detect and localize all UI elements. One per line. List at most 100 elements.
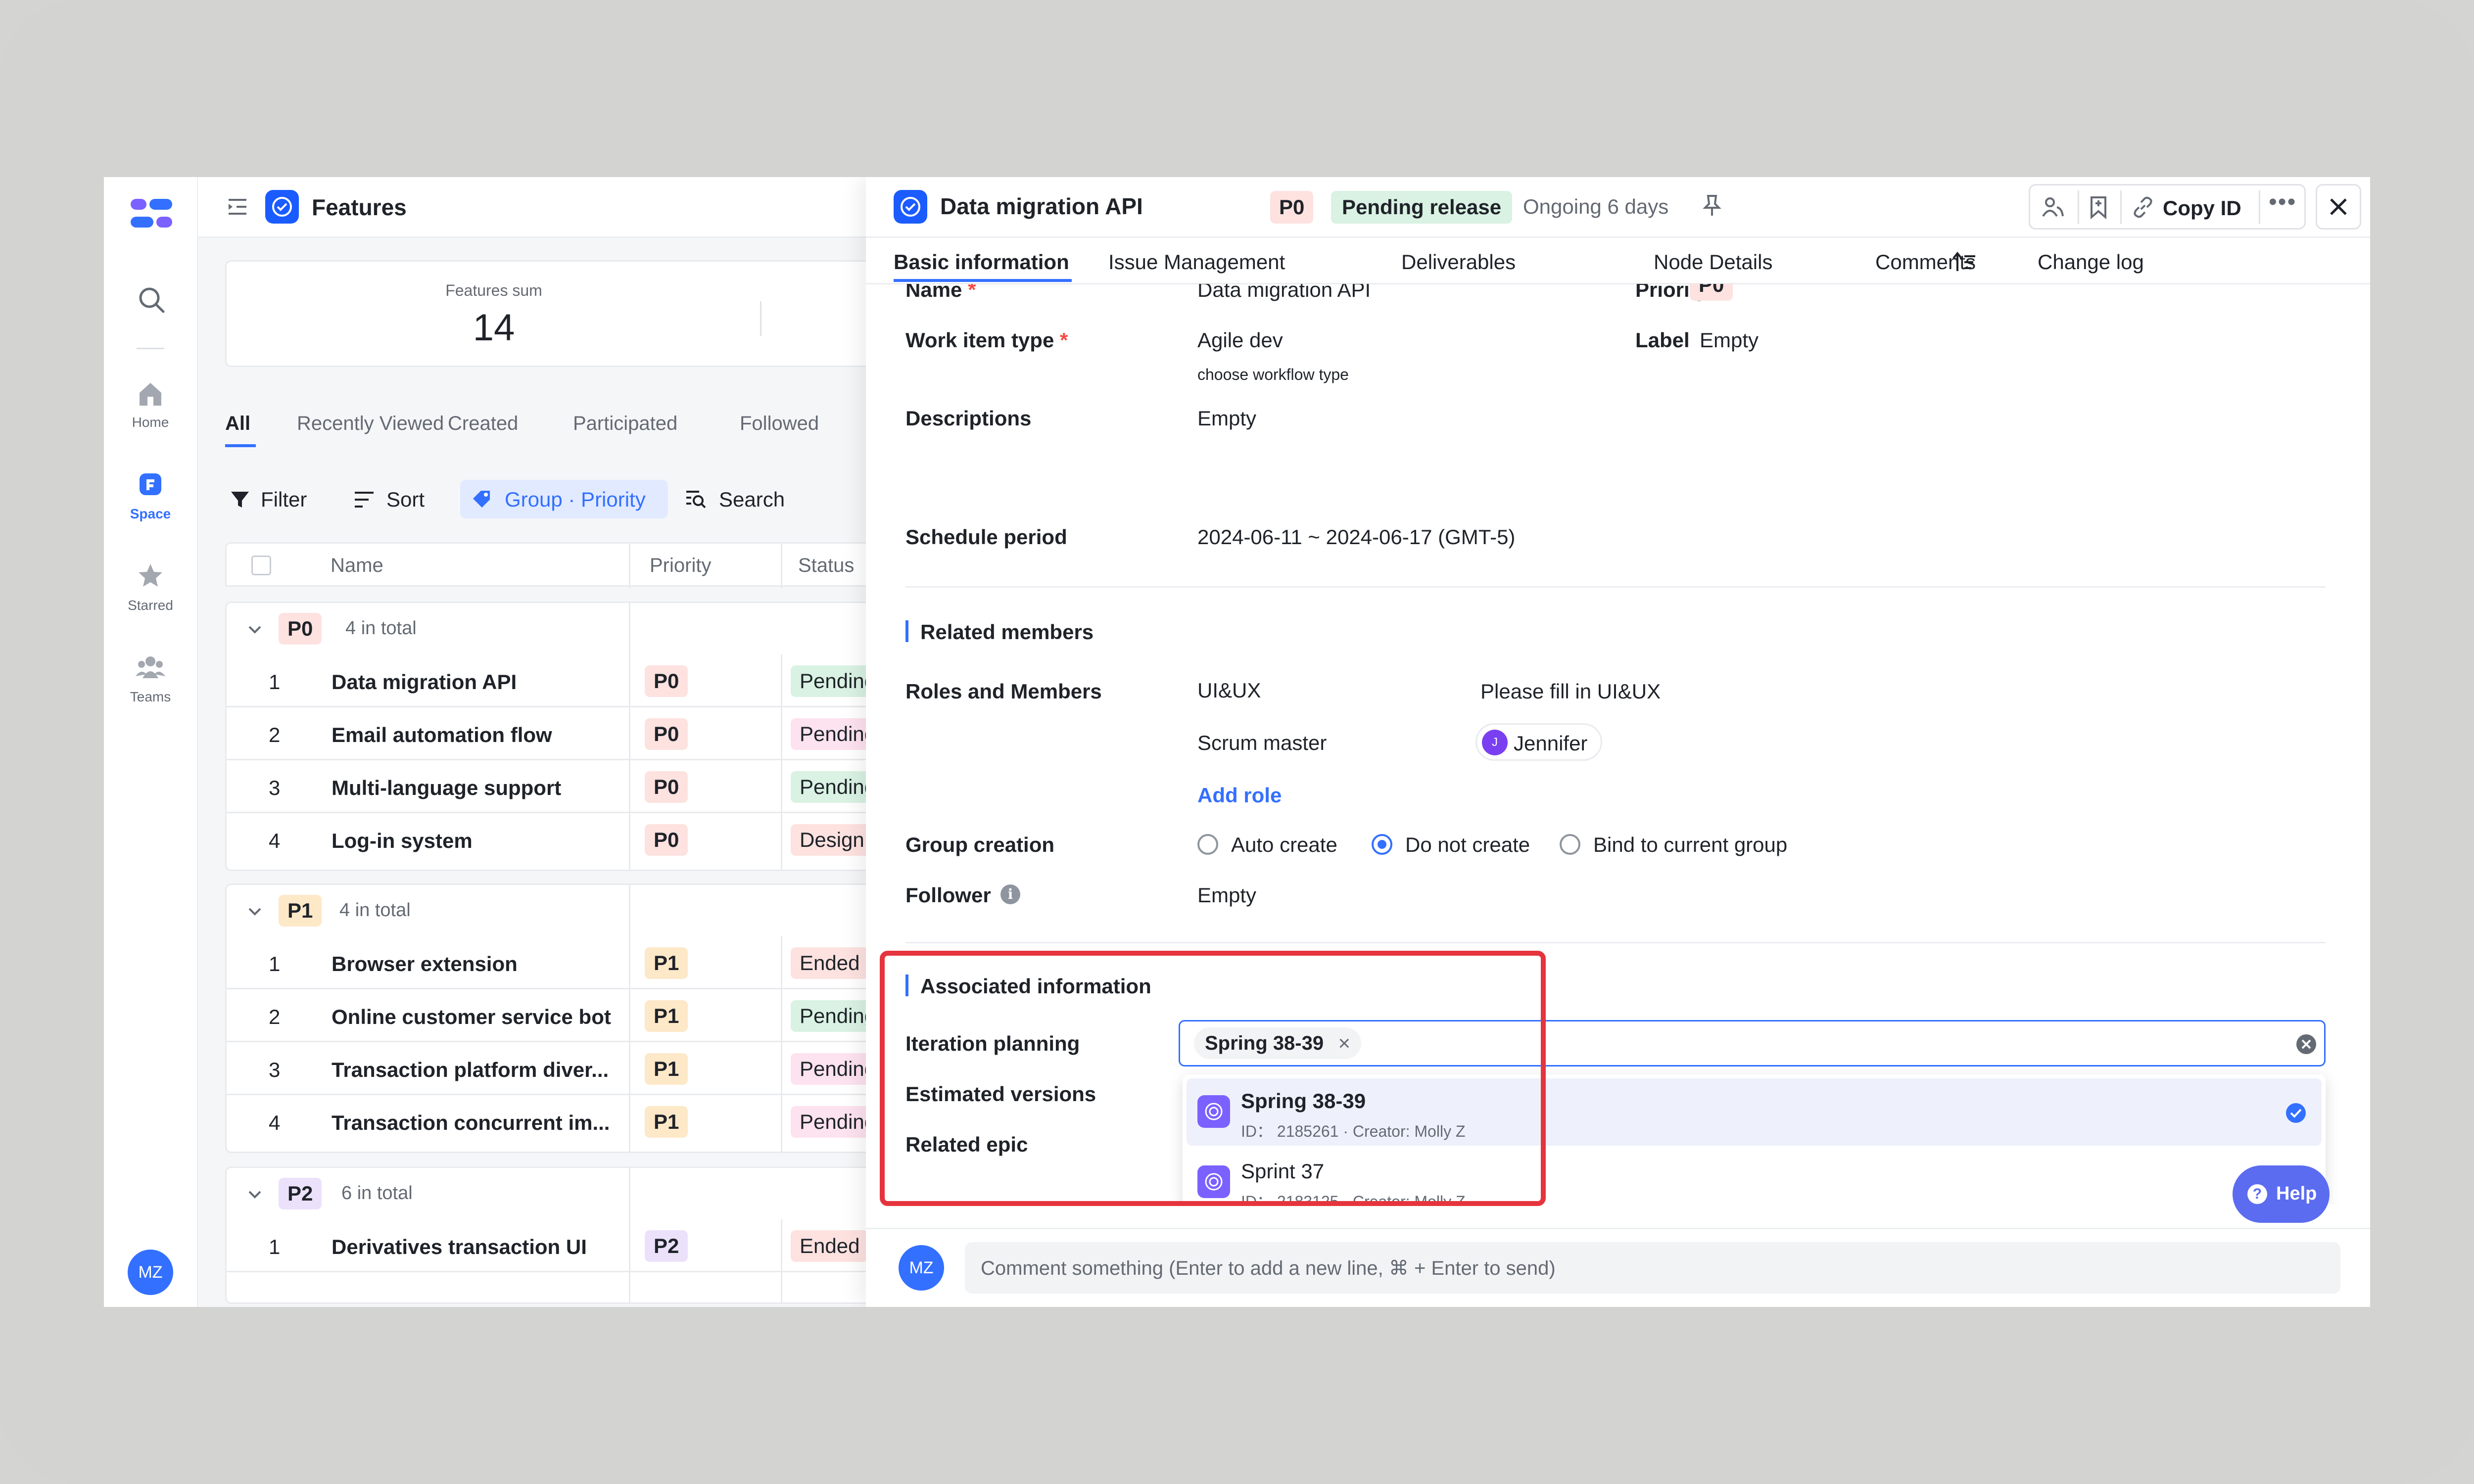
summary-divider (760, 301, 761, 336)
tab-node-details[interactable]: Node Details (1654, 250, 1772, 274)
group-header[interactable]: P1 4 in total (227, 885, 968, 938)
tab-deliverables[interactable]: Deliverables (1401, 250, 1516, 274)
table-row[interactable]: 1 Browser extension P1 Ended (227, 936, 968, 989)
item-title[interactable]: Data migration API (940, 193, 1143, 220)
add-role-link[interactable]: Add role (1197, 784, 1282, 807)
summary-card: Features sum 14 (225, 260, 901, 367)
row-name: Browser extension (332, 952, 518, 975)
column-divider (629, 885, 630, 936)
tab-issue-management[interactable]: Issue Management (1108, 250, 1285, 274)
row-number: 4 (269, 1111, 281, 1134)
tab-participated[interactable]: Participated (573, 413, 677, 435)
row-number: 2 (269, 723, 281, 746)
table-row[interactable]: 1 Derivatives transaction UI P2 Ended (227, 1219, 968, 1272)
table-row[interactable]: 2 Email automation flow P0 Pending (227, 707, 968, 760)
row-priority: P0 (645, 665, 688, 697)
more-icon[interactable]: ••• (2269, 188, 2296, 216)
table-row[interactable]: 1 Data migration API P0 Pending (227, 654, 968, 707)
role-uiux-input[interactable]: Please fill in UI&UX (1480, 680, 1661, 703)
group-header[interactable]: P2 6 in total (227, 1168, 968, 1221)
tab-all[interactable]: All (225, 413, 250, 435)
comment-input[interactable]: Comment something (Enter to add a new li… (965, 1242, 2340, 1294)
app-logo-icon (131, 199, 172, 228)
window-frame: Home Space Starred Teams MZ Features Fea… (0, 0, 2474, 1484)
sidebar-toggle-icon[interactable] (226, 195, 249, 219)
row-number: 1 (269, 952, 281, 975)
table-row[interactable]: 3 Multi-language support P0 Pending (227, 760, 968, 813)
tab-basic-information[interactable]: Basic information (894, 250, 1069, 274)
copy-id-button[interactable]: Copy ID (2129, 186, 2253, 228)
group-count: 6 in total (341, 1183, 413, 1204)
priority-badge[interactable]: P0 (1270, 191, 1314, 224)
clear-icon[interactable] (2295, 1033, 2317, 1055)
tab-recently-viewed[interactable]: Recently Viewed (297, 413, 444, 435)
divider (2259, 190, 2260, 224)
chevron-down-icon (248, 626, 261, 634)
follower-value[interactable]: Empty (1197, 883, 1256, 907)
table-row[interactable]: 4 Log-in system P0 Design (227, 813, 968, 865)
rail-item-teams[interactable]: Teams (104, 649, 197, 714)
active-tab-underline (225, 444, 256, 447)
row-priority: P1 (645, 947, 688, 979)
list-toolbar: Filter Sort Group · Priority Search (225, 480, 970, 519)
bookmark-icon[interactable] (2089, 195, 2108, 219)
member-chip[interactable]: J Jennifer (1475, 723, 1602, 761)
role-uiux: UI&UX (1197, 679, 1261, 702)
name-label-text: Name (905, 284, 962, 301)
row-name: Data migration API (332, 670, 517, 694)
rail-item-home[interactable]: Home (104, 375, 197, 439)
rail-item-starred[interactable]: Starred (104, 558, 197, 622)
search-icon[interactable] (137, 285, 166, 315)
help-button[interactable]: ? Help (2233, 1165, 2330, 1223)
group-by-button[interactable]: Group · Priority (460, 480, 668, 518)
help-icon: ? (2247, 1184, 2267, 1204)
features-table: Name Priority Status P0 4 in total 1 Dat… (225, 542, 970, 1304)
radio-do-not-create[interactable]: Do not create (1372, 831, 1540, 859)
row-name: Email automation flow (332, 723, 552, 746)
tab-change-log[interactable]: Change log (2038, 250, 2144, 274)
close-button[interactable] (2316, 184, 2361, 230)
radio-auto-create[interactable]: Auto create (1197, 831, 1351, 859)
table-row[interactable]: 2 Online customer service bot P1 Pending (227, 989, 968, 1042)
workflow-hint[interactable]: choose workflow type (1197, 366, 1349, 384)
column-divider (781, 936, 782, 1152)
user-avatar[interactable]: MZ (128, 1250, 173, 1295)
row-status: Design (791, 824, 873, 856)
tab-created[interactable]: Created (448, 413, 518, 435)
label-value[interactable]: Empty (1700, 328, 1759, 352)
radio-circle (1197, 834, 1218, 855)
work-item-type-value[interactable]: Agile dev (1197, 328, 1283, 352)
rail-item-space[interactable]: Space (104, 466, 197, 531)
group-p1: P1 4 in total 1 Browser extension P1 End… (225, 883, 970, 1153)
group-header[interactable]: P0 4 in total (227, 603, 968, 656)
group-badge: P1 (279, 895, 322, 927)
group-p2: P2 6 in total 1 Derivatives transaction … (225, 1166, 970, 1304)
schedule-value[interactable]: 2024-06-11 ~ 2024-06-17 (GMT-5) (1197, 525, 1515, 549)
row-name: Transaction concurrent im... (332, 1111, 610, 1134)
sort-order-icon[interactable] (1952, 251, 1976, 273)
select-all-checkbox[interactable] (251, 556, 271, 575)
features-list-pane: Features Features sum 14 All Recently Vi… (198, 177, 970, 1307)
name-value[interactable]: Data migration API (1197, 284, 1371, 302)
radio-label: Auto create (1231, 833, 1337, 856)
info-icon[interactable]: i (1000, 884, 1020, 904)
tab-followed[interactable]: Followed (740, 413, 819, 435)
pin-icon[interactable] (1702, 194, 1722, 218)
column-divider (629, 603, 630, 654)
rail-label: Home (132, 415, 169, 430)
column-divider (781, 654, 782, 870)
priority-value[interactable]: P0 (1690, 284, 1733, 301)
summary-label: Features sum (445, 281, 542, 299)
radio-bind-current-group[interactable]: Bind to current group (1560, 831, 1817, 859)
status-badge[interactable]: Pending release (1331, 191, 1513, 224)
divider (2120, 190, 2122, 224)
table-row[interactable]: 4 Transaction concurrent im... P1 Pendin… (227, 1095, 968, 1147)
row-name: Multi-language support (332, 776, 562, 799)
comment-placeholder: Comment something (Enter to add a new li… (981, 1257, 1556, 1279)
column-divider (781, 544, 782, 588)
search-list-icon (686, 491, 706, 509)
table-row[interactable]: 3 Transaction platform diver... P1 Pendi… (227, 1042, 968, 1095)
members-icon[interactable] (2041, 196, 2065, 218)
row-number: 2 (269, 1005, 281, 1028)
descriptions-value[interactable]: Empty (1197, 407, 1256, 430)
